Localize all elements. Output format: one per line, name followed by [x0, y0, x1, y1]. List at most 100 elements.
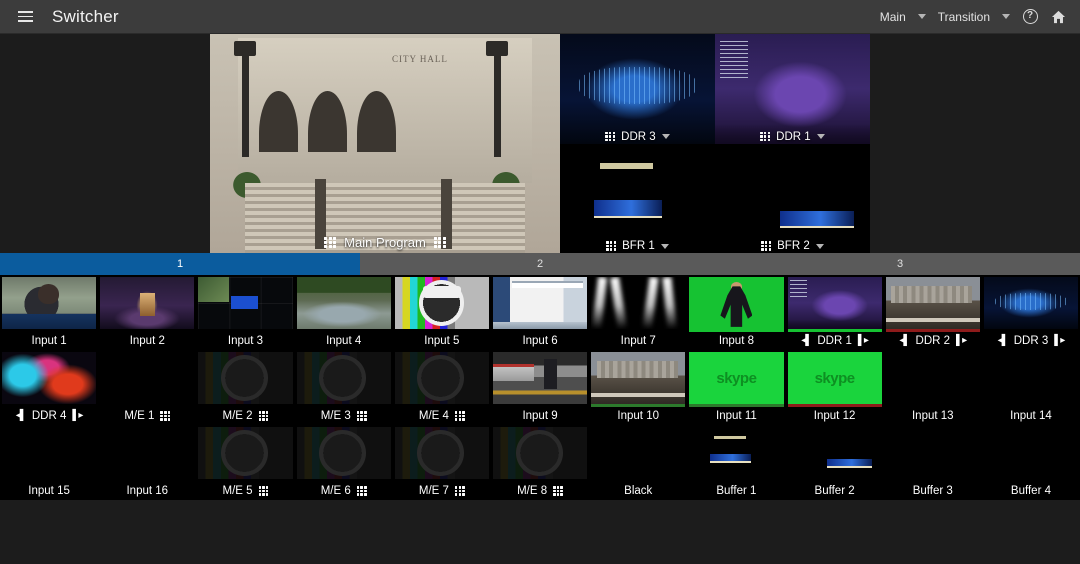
- page-tab-3[interactable]: 3: [720, 253, 1080, 275]
- monitor-video-ddr1: [715, 34, 870, 144]
- source-cell-m-e-6[interactable]: M/E 6: [294, 425, 393, 500]
- source-label: Input 1: [31, 335, 67, 347]
- source-cell-buffer-4[interactable]: Buffer 4: [981, 425, 1080, 500]
- source-cell-input-10[interactable]: Input 10: [589, 350, 688, 425]
- monitor-area: CITY HALL Main Program DDR 3 DDR 1 BFR 1…: [0, 34, 1080, 253]
- page-tab-1[interactable]: 1: [0, 253, 360, 275]
- skip-back-icon[interactable]: ◂▌: [801, 336, 812, 346]
- source-cell-input-15[interactable]: Input 15: [0, 425, 99, 500]
- source-cell-input-6[interactable]: Input 6: [490, 275, 590, 350]
- bus-select[interactable]: Main: [876, 8, 930, 26]
- source-cell-input-1[interactable]: Input 1: [0, 275, 99, 350]
- chevron-down-icon[interactable]: [660, 243, 669, 249]
- source-caption: Buffer 3: [884, 485, 982, 497]
- source-cell-m-e-3[interactable]: M/E 3: [294, 350, 393, 425]
- grid-icon[interactable]: [324, 236, 337, 249]
- source-cell-input-2[interactable]: Input 2: [98, 275, 197, 350]
- source-cell-input-7[interactable]: Input 7: [589, 275, 688, 350]
- source-cell-m-e-4[interactable]: M/E 4: [392, 350, 491, 425]
- help-icon[interactable]: ?: [1018, 5, 1042, 29]
- source-cell-ddr-4[interactable]: ◂▌ DDR 4 ▌▸: [0, 350, 99, 425]
- chevron-down-icon[interactable]: [815, 243, 824, 249]
- hamburger-menu-icon[interactable]: [8, 0, 42, 34]
- chevron-down-icon: [1002, 14, 1010, 19]
- source-label: Input 5: [424, 335, 460, 347]
- source-label: M/E 3: [320, 410, 351, 422]
- source-cell-input-16[interactable]: Input 16: [98, 425, 197, 500]
- monitor-video-bfr1: [560, 143, 715, 253]
- grid-dots-icon[interactable]: [356, 486, 367, 496]
- source-cell-m-e-5[interactable]: M/E 5: [196, 425, 295, 500]
- monitor-cell-ddr3[interactable]: DDR 3: [560, 34, 715, 144]
- source-caption: Black: [589, 485, 687, 497]
- source-cell-ddr-1[interactable]: ◂▌ DDR 1 ▌▸: [785, 275, 884, 350]
- skip-back-icon[interactable]: ◂▌: [16, 411, 27, 421]
- skip-forward-icon[interactable]: ▌▸: [858, 336, 869, 346]
- grid-dots-icon[interactable]: [356, 411, 367, 421]
- grid-dots-icon[interactable]: [553, 486, 563, 496]
- source-caption: Input 1: [0, 335, 98, 347]
- grid-icon[interactable]: [760, 131, 771, 142]
- source-cell-m-e-1[interactable]: M/E 1: [98, 350, 197, 425]
- home-icon[interactable]: [1046, 5, 1070, 29]
- source-cell-input-5[interactable]: Input 5: [392, 275, 491, 350]
- grid-dots-icon[interactable]: [258, 411, 269, 421]
- title-bar: Switcher Main Transition ?: [0, 0, 1080, 34]
- skip-forward-icon[interactable]: ▌▸: [72, 411, 83, 421]
- source-cell-input-4[interactable]: Input 4: [294, 275, 393, 350]
- grid-icon[interactable]: [761, 241, 772, 251]
- source-label: M/E 6: [320, 485, 351, 497]
- monitor-cell-bfr1[interactable]: BFR 1: [560, 143, 715, 253]
- source-caption: M/E 1: [98, 410, 196, 422]
- source-cell-input-9[interactable]: Input 9: [490, 350, 590, 425]
- skip-forward-icon[interactable]: ▌▸: [1054, 336, 1065, 346]
- source-cell-input-3[interactable]: Input 3: [196, 275, 295, 350]
- source-cell-input-11[interactable]: skype Input 11: [687, 350, 786, 425]
- source-thumbnail: [100, 277, 195, 329]
- source-thumbnail: [492, 427, 588, 479]
- source-caption: ◂▌ DDR 3 ▌▸: [982, 335, 1080, 347]
- grid-dots-icon[interactable]: [454, 411, 465, 421]
- grid-dots-icon[interactable]: [454, 486, 465, 496]
- grid-icon[interactable]: [605, 131, 616, 142]
- source-cell-input-14[interactable]: Input 14: [981, 350, 1080, 425]
- page-tab-2[interactable]: 2: [360, 253, 720, 275]
- source-caption: Input 13: [884, 410, 982, 422]
- skip-back-icon[interactable]: ◂▌: [899, 336, 910, 346]
- monitor-cell-ddr1[interactable]: DDR 1: [715, 34, 870, 144]
- source-thumbnail: [296, 277, 391, 329]
- page-tab-label: 3: [896, 258, 904, 270]
- source-thumbnail: [492, 352, 588, 404]
- skip-back-icon[interactable]: ◂▌: [998, 336, 1009, 346]
- source-cell-black[interactable]: Black: [589, 425, 688, 500]
- grid-dots-icon[interactable]: [258, 486, 269, 496]
- chevron-down-icon[interactable]: [816, 134, 825, 139]
- transition-select[interactable]: Transition: [934, 8, 1014, 26]
- source-cell-ddr-3[interactable]: ◂▌ DDR 3 ▌▸: [981, 275, 1080, 350]
- source-caption: Input 15: [0, 485, 98, 497]
- main-program-monitor[interactable]: CITY HALL Main Program: [210, 34, 560, 253]
- source-cell-m-e-8[interactable]: M/E 8: [490, 425, 590, 500]
- source-label: Input 14: [1010, 410, 1052, 422]
- source-caption: Buffer 1: [687, 485, 785, 497]
- source-cell-input-8[interactable]: Input 8: [687, 275, 786, 350]
- source-cell-input-13[interactable]: Input 13: [883, 350, 982, 425]
- source-label: Input 12: [813, 410, 856, 422]
- grid-icon[interactable]: [606, 241, 617, 251]
- monitor-cell-bfr2[interactable]: BFR 2: [715, 143, 870, 253]
- grid-dots-icon[interactable]: [160, 411, 171, 421]
- source-cell-m-e-7[interactable]: M/E 7: [392, 425, 491, 500]
- source-cell-buffer-1[interactable]: Buffer 1: [687, 425, 786, 500]
- source-cell-buffer-2[interactable]: Buffer 2: [785, 425, 884, 500]
- source-cell-ddr-2[interactable]: ◂▌ DDR 2 ▌▸: [883, 275, 982, 350]
- chevron-down-icon[interactable]: [661, 134, 670, 139]
- skip-forward-icon[interactable]: ▌▸: [956, 336, 967, 346]
- grid-dots-icon[interactable]: [433, 236, 446, 249]
- source-cell-buffer-3[interactable]: Buffer 3: [883, 425, 982, 500]
- source-caption: Input 10: [589, 410, 687, 422]
- source-caption: Buffer 2: [786, 485, 884, 497]
- source-bus-strip: [689, 404, 784, 407]
- source-label: M/E 4: [418, 410, 449, 422]
- source-cell-m-e-2[interactable]: M/E 2: [196, 350, 295, 425]
- source-cell-input-12[interactable]: skype Input 12: [785, 350, 884, 425]
